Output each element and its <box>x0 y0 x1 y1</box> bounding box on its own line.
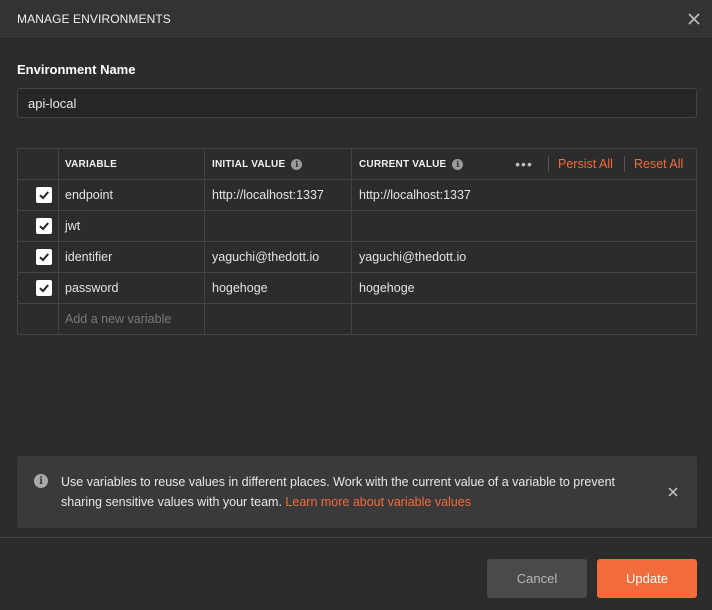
dialog-title: MANAGE ENVIRONMENTS <box>17 12 171 26</box>
dismiss-banner-button[interactable] <box>665 484 681 500</box>
update-button[interactable]: Update <box>597 559 697 598</box>
current-value-cell[interactable] <box>352 211 696 241</box>
footer-divider <box>0 537 712 538</box>
environment-name-input[interactable] <box>17 88 697 118</box>
table-row: password hogehoge hogehoge <box>18 273 696 304</box>
table-row: endpoint http://localhost:1337 http://lo… <box>18 180 696 211</box>
new-current-value-cell[interactable] <box>352 304 696 334</box>
initial-value-cell[interactable]: hogehoge <box>205 273 351 303</box>
reset-all-button[interactable]: Reset All <box>634 157 683 171</box>
banner-message: Use variables to reuse values in differe… <box>61 472 641 512</box>
row-enabled-checkbox[interactable] <box>36 218 52 234</box>
info-icon[interactable]: i <box>291 158 303 170</box>
variable-name-cell[interactable]: identifier <box>58 242 204 272</box>
header-current-value: CURRENT VALUE i <box>352 149 502 179</box>
current-value-cell[interactable]: http://localhost:1337 <box>352 180 696 210</box>
info-icon: i <box>34 474 48 488</box>
variable-name-cell[interactable]: jwt <box>58 211 204 241</box>
new-variable-input[interactable]: Add a new variable <box>58 304 204 334</box>
table-header-row: VARIABLE INITIAL VALUE i CURRENT VALUE i… <box>18 149 696 180</box>
variable-name-cell[interactable]: endpoint <box>58 180 204 210</box>
current-value-cell[interactable]: yaguchi@thedott.io <box>352 242 696 272</box>
checkmark-icon <box>39 222 49 231</box>
close-icon <box>668 487 678 497</box>
persist-all-button[interactable]: Persist All <box>558 157 613 171</box>
initial-value-cell[interactable]: yaguchi@thedott.io <box>205 242 351 272</box>
close-icon <box>688 13 700 25</box>
checkmark-icon <box>39 284 49 293</box>
initial-value-cell[interactable] <box>205 211 351 241</box>
column-divider <box>58 149 59 334</box>
learn-more-link[interactable]: Learn more about variable values <box>285 495 471 509</box>
header-initial-value-label: INITIAL VALUE <box>212 158 286 170</box>
divider <box>548 156 549 172</box>
table-row: jwt <box>18 211 696 242</box>
cancel-button[interactable]: Cancel <box>487 559 587 598</box>
more-options-button[interactable]: ••• <box>510 153 538 175</box>
close-dialog-button[interactable] <box>682 7 706 31</box>
checkmark-icon <box>39 191 49 200</box>
new-initial-value-cell[interactable] <box>205 304 351 334</box>
row-enabled-checkbox[interactable] <box>36 280 52 296</box>
header-current-value-label: CURRENT VALUE <box>359 158 447 170</box>
checkmark-icon <box>39 253 49 262</box>
current-value-cell[interactable]: hogehoge <box>352 273 696 303</box>
info-banner: i Use variables to reuse values in diffe… <box>17 456 697 528</box>
new-variable-row: Add a new variable <box>18 304 696 334</box>
variable-name-cell[interactable]: password <box>58 273 204 303</box>
header-initial-value: INITIAL VALUE i <box>205 149 351 179</box>
row-enabled-checkbox[interactable] <box>36 187 52 203</box>
column-divider <box>204 149 205 334</box>
row-enabled-checkbox[interactable] <box>36 249 52 265</box>
header-variable: VARIABLE <box>65 158 117 170</box>
dialog-titlebar: MANAGE ENVIRONMENTS <box>0 0 712 39</box>
divider <box>624 156 625 172</box>
environment-name-label: Environment Name <box>17 62 136 77</box>
initial-value-cell[interactable]: http://localhost:1337 <box>205 180 351 210</box>
variables-table: VARIABLE INITIAL VALUE i CURRENT VALUE i… <box>17 148 697 335</box>
info-icon[interactable]: i <box>452 158 464 170</box>
column-divider <box>351 149 352 334</box>
table-row: identifier yaguchi@thedott.io yaguchi@th… <box>18 242 696 273</box>
